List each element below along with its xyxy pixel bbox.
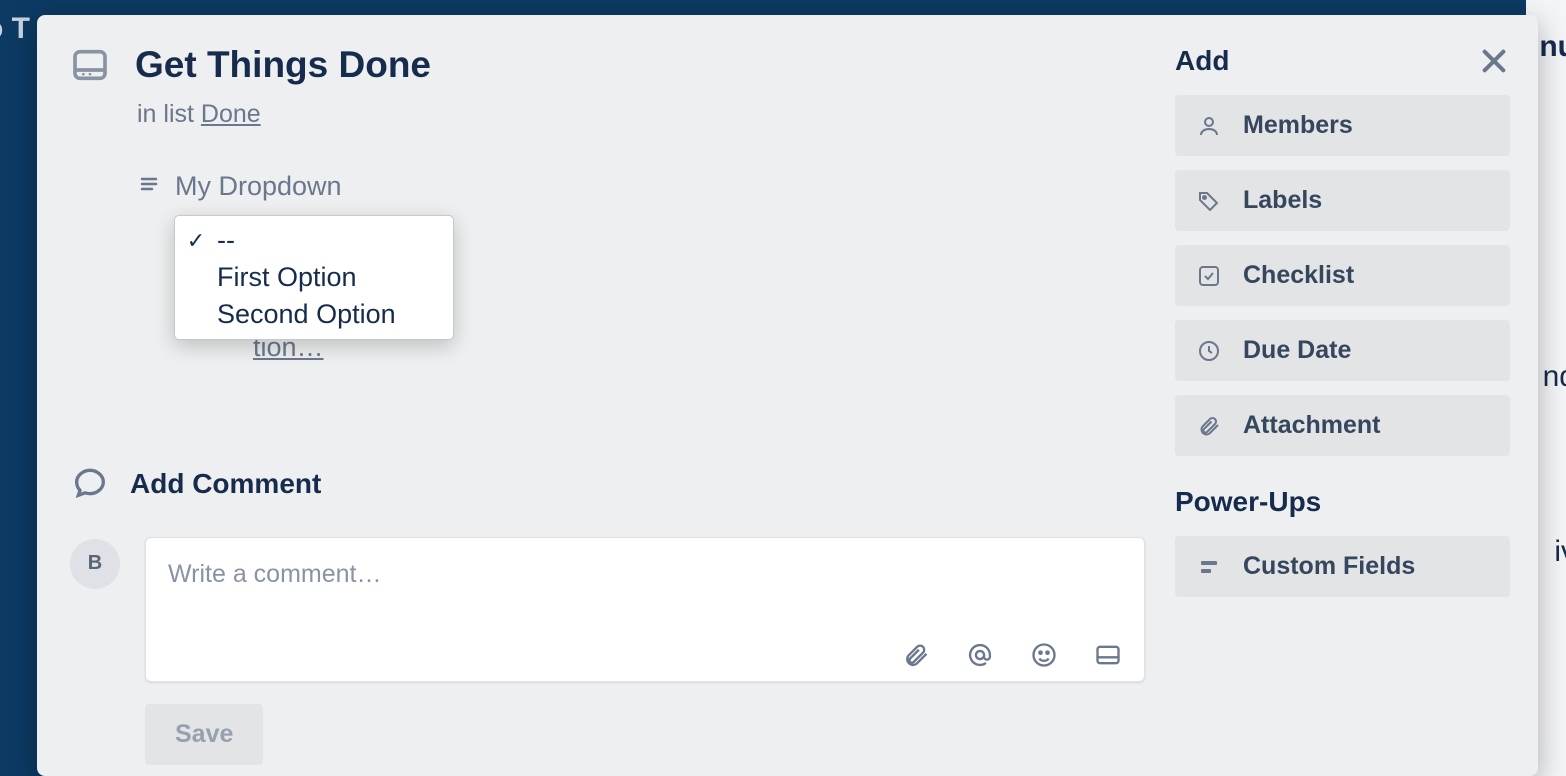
comment-tools <box>902 641 1122 669</box>
card-title-row: Get Things Done <box>70 45 1145 86</box>
members-button[interactable]: Members <box>1175 95 1510 156</box>
powerups-heading: Power-Ups <box>1175 486 1510 518</box>
user-icon <box>1197 114 1221 138</box>
mention-icon[interactable] <box>966 641 994 669</box>
custom-field-row: My Dropdown <box>137 171 1145 202</box>
tag-icon <box>1197 189 1221 213</box>
members-label: Members <box>1243 111 1353 140</box>
duedate-button[interactable]: Due Date <box>1175 320 1510 381</box>
comment-row: B <box>70 537 1145 682</box>
dropdown-option-first[interactable]: First Option <box>175 259 453 296</box>
close-button[interactable] <box>1478 45 1510 82</box>
option-label: -- <box>217 225 235 256</box>
emoji-icon[interactable] <box>1030 641 1058 669</box>
dropdown-menu[interactable]: ✓ -- First Option Second Option <box>174 215 454 340</box>
labels-button[interactable]: Labels <box>1175 170 1510 231</box>
clock-icon <box>1197 339 1221 363</box>
in-list-prefix: in list <box>137 100 201 128</box>
add-heading: Add <box>1175 45 1510 77</box>
dropdown-option-none[interactable]: ✓ -- <box>175 222 453 259</box>
close-icon <box>1478 45 1510 77</box>
attachment-icon <box>1197 414 1221 438</box>
duedate-label: Due Date <box>1243 336 1351 365</box>
checklist-icon <box>1197 264 1221 288</box>
check-icon: ✓ <box>185 228 207 254</box>
card-icon[interactable] <box>1094 641 1122 669</box>
checklist-label: Checklist <box>1243 261 1354 290</box>
background-text: o T <box>0 12 30 46</box>
sidebar-column: Add Members Labels Checklist Due Date At… <box>1175 45 1510 776</box>
attachment-button[interactable]: Attachment <box>1175 395 1510 456</box>
background-text: nu <box>1539 30 1566 64</box>
labels-label: Labels <box>1243 186 1322 215</box>
comment-icon <box>70 462 110 507</box>
in-list-text: in list Done <box>137 100 1145 129</box>
dropdown-option-second[interactable]: Second Option <box>175 296 453 333</box>
checklist-button[interactable]: Checklist <box>1175 245 1510 306</box>
option-label: Second Option <box>217 299 396 330</box>
card-icon <box>70 45 110 85</box>
option-label: First Option <box>217 262 357 293</box>
attachment-icon[interactable] <box>902 641 930 669</box>
add-comment-heading: Add Comment <box>130 468 321 500</box>
attachment-label: Attachment <box>1243 411 1381 440</box>
custom-fields-button[interactable]: Custom Fields <box>1175 536 1510 597</box>
custom-fields-label: Custom Fields <box>1243 552 1415 581</box>
card-title[interactable]: Get Things Done <box>135 45 431 86</box>
save-comment-button[interactable]: Save <box>145 704 263 765</box>
avatar[interactable]: B <box>70 539 120 589</box>
comment-box[interactable] <box>145 537 1145 682</box>
background-text: iv <box>1554 535 1566 569</box>
list-link[interactable]: Done <box>201 100 261 128</box>
add-comment-header: Add Comment <box>70 462 1145 507</box>
main-column: Get Things Done in list Done My Dropdown… <box>65 45 1145 776</box>
background-text: nd <box>1543 360 1566 394</box>
card-modal: Get Things Done in list Done My Dropdown… <box>37 15 1538 776</box>
list-icon <box>137 172 161 201</box>
comment-input[interactable] <box>168 560 1122 589</box>
custom-field-label: My Dropdown <box>175 171 342 202</box>
fields-icon <box>1197 555 1221 579</box>
